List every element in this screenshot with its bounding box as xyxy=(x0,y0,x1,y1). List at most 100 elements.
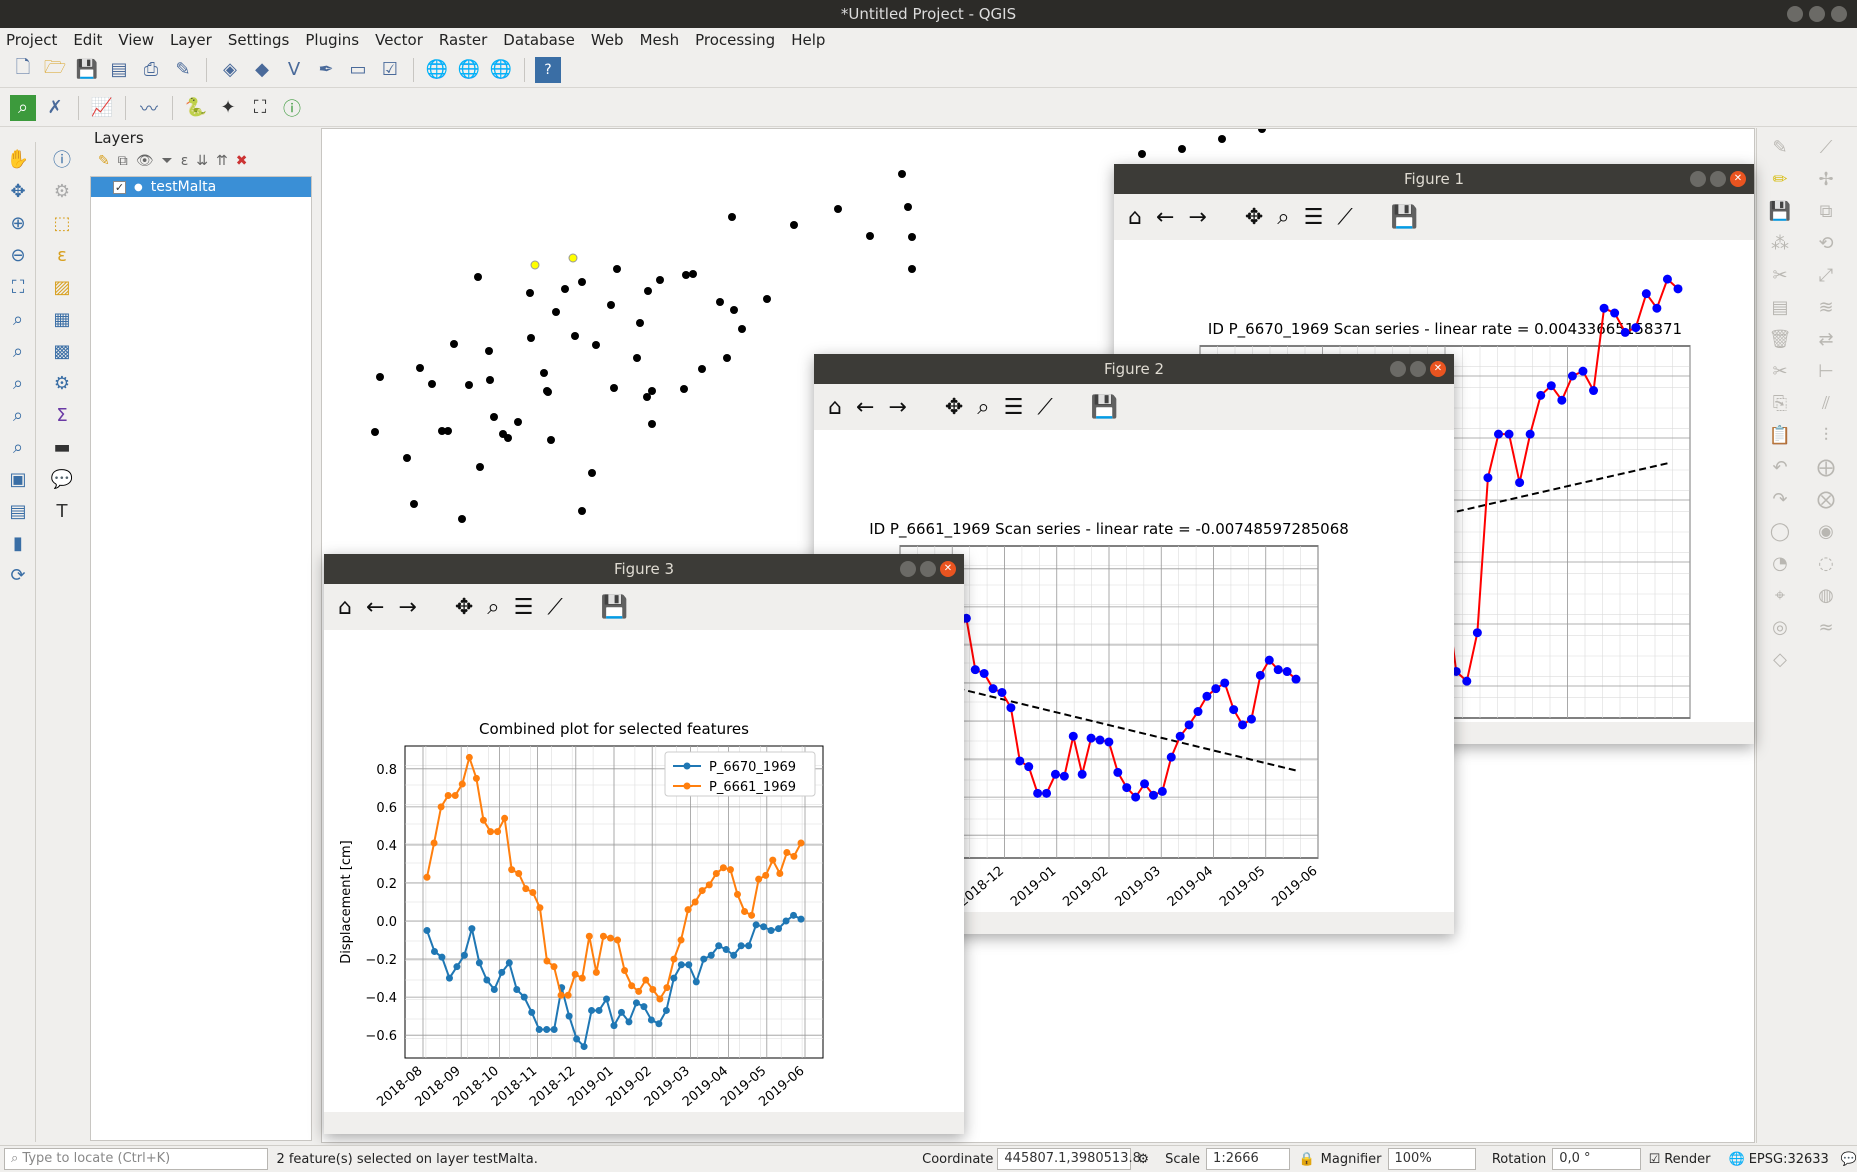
add-wms-icon[interactable]: 🌐 xyxy=(424,57,450,83)
add-part-icon[interactable]: ◇ xyxy=(1767,646,1793,672)
zoom-selection-icon[interactable]: ⌕ xyxy=(3,304,33,334)
add-spatialite-icon[interactable]: ▭ xyxy=(345,57,371,83)
menu-vector[interactable]: Vector xyxy=(375,31,423,49)
rotate-icon[interactable]: ⟲ xyxy=(1813,230,1839,256)
render-checkbox[interactable]: ☑ xyxy=(1649,1152,1661,1167)
forward-arrow-icon[interactable]: → xyxy=(1188,205,1206,230)
identify-icon[interactable]: ⓘ xyxy=(47,144,77,174)
coordinate-field[interactable]: 445807.1,3980513.8 xyxy=(997,1148,1141,1170)
menu-web[interactable]: Web xyxy=(591,31,624,49)
undo-icon[interactable]: ↶ xyxy=(1767,454,1793,480)
edit-axis-icon[interactable]: ⟋ xyxy=(547,595,562,620)
close-button[interactable]: ✕ xyxy=(1430,361,1446,377)
trim-extend-icon[interactable]: ⊢ xyxy=(1813,358,1839,384)
scale-icon[interactable]: ⤢ xyxy=(1813,262,1839,288)
save-project-icon[interactable]: 💾 xyxy=(74,57,100,83)
scale-combobox[interactable]: 1:2666 xyxy=(1206,1148,1291,1170)
edit-axis-icon[interactable]: ⟋ xyxy=(1337,205,1352,230)
merge-attributes-icon[interactable]: ⨂ xyxy=(1813,486,1839,512)
new-map-view-icon[interactable]: ▣ xyxy=(3,464,33,494)
close-button[interactable] xyxy=(1831,6,1847,22)
modify-attributes-icon[interactable]: ▤ xyxy=(1767,294,1793,320)
temporal-icon[interactable]: ▤ xyxy=(3,496,33,526)
remove-layer-icon[interactable]: ✖ xyxy=(236,153,248,169)
add-vector-icon[interactable]: ◆ xyxy=(249,57,275,83)
digitize-icon[interactable]: ✗ xyxy=(42,95,68,121)
delete-part-icon[interactable]: ◍ xyxy=(1813,582,1839,608)
offset-curve-icon[interactable]: ≋ xyxy=(1813,294,1839,320)
zoom-out-icon[interactable]: ⊖ xyxy=(3,240,33,270)
new-print-layout-icon[interactable]: ▤ xyxy=(106,57,132,83)
rotate-feature-icon[interactable]: ◔ xyxy=(1767,550,1793,576)
pan-to-selection-icon[interactable]: ✥ xyxy=(3,176,33,206)
timeseries-icon[interactable]: 〰 xyxy=(136,95,162,121)
layer-item-testmalta[interactable]: ✓ ● testMalta xyxy=(91,177,311,197)
reverse-line-icon[interactable]: ⇄ xyxy=(1813,326,1839,352)
shape-digitize-icon[interactable]: ◯ xyxy=(1767,518,1793,544)
zoom-icon[interactable]: ⌕ xyxy=(1277,205,1289,230)
add-gps-icon[interactable]: ✒ xyxy=(313,57,339,83)
add-ring-icon[interactable]: ◎ xyxy=(1767,614,1793,640)
topology-icon[interactable]: ⛶ xyxy=(247,95,273,121)
vertex-tool-icon[interactable]: ✂ xyxy=(1767,262,1793,288)
filter-expression-icon[interactable]: ε xyxy=(181,153,189,169)
magnifier-spinbox[interactable]: 100% xyxy=(1387,1148,1476,1170)
zoom-icon[interactable]: ⌕ xyxy=(487,595,499,620)
paste-features-icon[interactable]: 📋 xyxy=(1767,422,1793,448)
fill-ring-icon[interactable]: ◉ xyxy=(1813,518,1839,544)
menu-database[interactable]: Database xyxy=(503,31,575,49)
pan-hand-icon[interactable]: ✋ xyxy=(3,144,33,174)
maximize-button[interactable] xyxy=(1809,6,1825,22)
field-calculator-icon[interactable]: ▩ xyxy=(47,336,77,366)
close-button[interactable]: ✕ xyxy=(940,561,956,577)
save-figure-icon[interactable]: 💾 xyxy=(1391,205,1418,230)
advanced-digitize-icon[interactable]: ⟋ xyxy=(1813,134,1839,160)
map-tips-icon[interactable]: 💬 xyxy=(47,464,77,494)
rotation-spinbox[interactable]: 0,0 ° xyxy=(1552,1148,1641,1170)
add-wcs-icon[interactable]: 🌐 xyxy=(488,57,514,83)
add-layer-icon[interactable]: ◈ xyxy=(217,57,243,83)
action-icon[interactable]: ⚙ xyxy=(47,176,77,206)
menu-project[interactable]: Project xyxy=(6,31,57,49)
forward-arrow-icon[interactable]: → xyxy=(398,595,416,620)
configure-subplots-icon[interactable]: ☰ xyxy=(1004,395,1024,420)
minimize-button[interactable] xyxy=(900,561,916,577)
zoom-full-icon[interactable]: ⛶ xyxy=(3,272,33,302)
copy-move-icon[interactable]: ⧉ xyxy=(1813,198,1839,224)
add-virtual-layer-icon[interactable]: ☑ xyxy=(377,57,403,83)
menu-raster[interactable]: Raster xyxy=(439,31,487,49)
locate-icon[interactable]: ⌕ xyxy=(10,94,36,121)
back-arrow-icon[interactable]: ← xyxy=(1156,205,1174,230)
redo-icon[interactable]: ↷ xyxy=(1767,486,1793,512)
statistics-icon[interactable]: Σ xyxy=(47,400,77,430)
copy-features-icon[interactable]: ⎘ xyxy=(1767,390,1793,416)
new-project-icon[interactable]: 🗋 xyxy=(10,57,36,83)
split-features-icon[interactable]: ⫽ xyxy=(1813,390,1839,416)
crs-button[interactable]: EPSG:32633 xyxy=(1749,1152,1829,1167)
help-icon[interactable]: ? xyxy=(535,56,561,83)
edit-axis-icon[interactable]: ⟋ xyxy=(1037,395,1052,420)
maximize-button[interactable] xyxy=(1710,171,1726,187)
measure-icon[interactable]: ▬ xyxy=(47,432,77,462)
save-figure-icon[interactable]: 💾 xyxy=(1091,395,1118,420)
select-features-icon[interactable]: ⬚ xyxy=(47,208,77,238)
back-arrow-icon[interactable]: ← xyxy=(856,395,874,420)
cut-features-icon[interactable]: ✂ xyxy=(1767,358,1793,384)
split-parts-icon[interactable]: ⫶ xyxy=(1813,422,1839,448)
zoom-in-icon[interactable]: ⊕ xyxy=(3,208,33,238)
zoom-native-icon[interactable]: ⌕ xyxy=(3,368,33,398)
minimize-button[interactable] xyxy=(1787,6,1803,22)
configure-subplots-icon[interactable]: ☰ xyxy=(514,595,534,620)
zoom-layer-icon[interactable]: ⌕ xyxy=(3,336,33,366)
locator-search-input[interactable]: ⌕ Type to locate (Ctrl+K) xyxy=(4,1148,269,1170)
maximize-button[interactable] xyxy=(1410,361,1426,377)
reshape-icon[interactable]: ≈ xyxy=(1813,614,1839,640)
attribute-table-icon[interactable]: ▦ xyxy=(47,304,77,334)
text-annotation-icon[interactable]: T xyxy=(47,496,77,526)
minimize-button[interactable] xyxy=(1390,361,1406,377)
current-edits-icon[interactable]: ✎ xyxy=(1767,134,1793,160)
menu-view[interactable]: View xyxy=(118,31,154,49)
open-project-icon[interactable]: 🗁 xyxy=(42,57,68,83)
menu-help[interactable]: Help xyxy=(791,31,825,49)
refresh-icon[interactable]: ⟳ xyxy=(3,560,33,590)
